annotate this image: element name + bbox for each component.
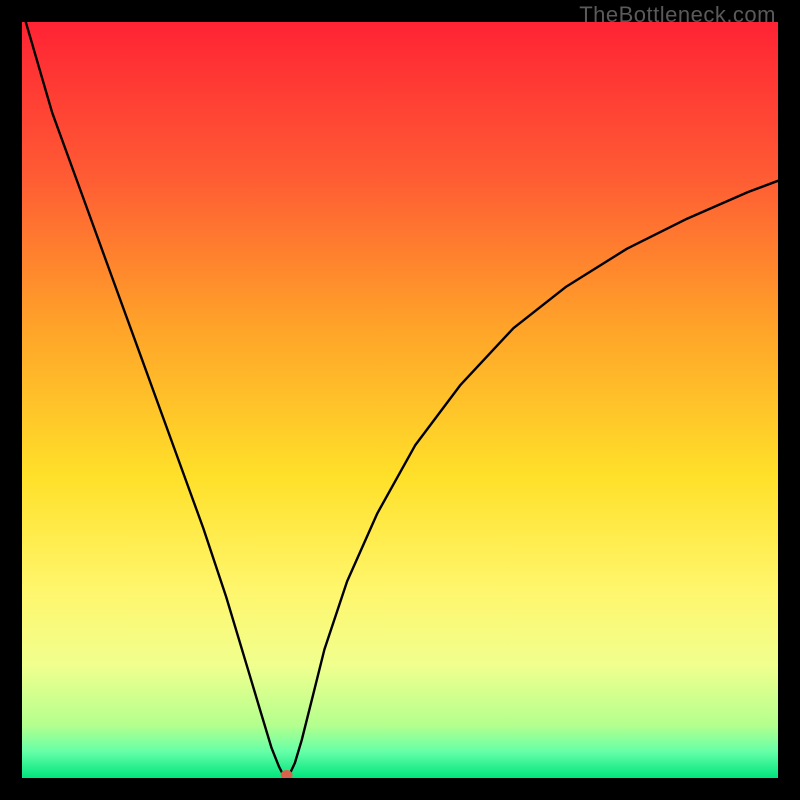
bottleneck-chart: [22, 22, 778, 778]
gradient-background: [22, 22, 778, 778]
plot-area: [22, 22, 778, 778]
chart-frame: [22, 22, 778, 778]
